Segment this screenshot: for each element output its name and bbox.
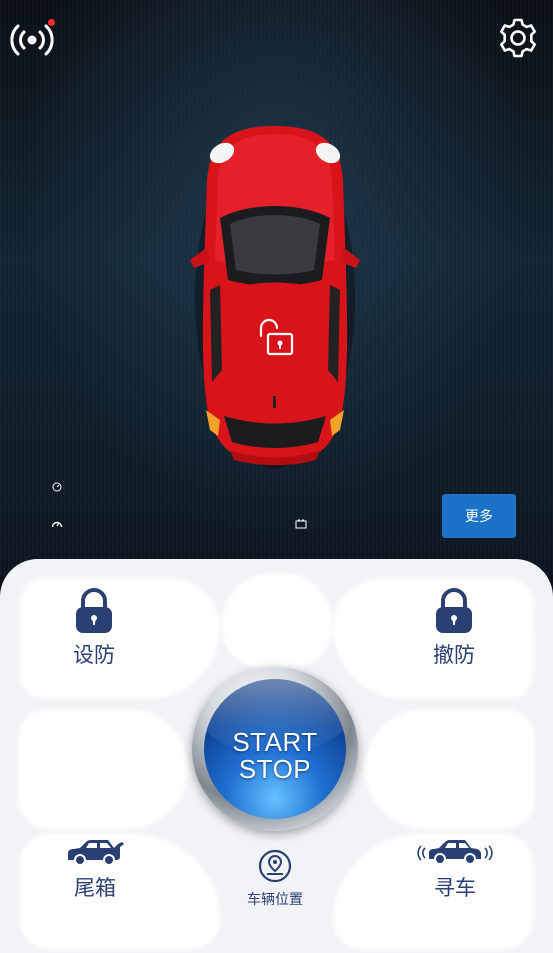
vehicle-location-button[interactable]: 车辆位置 bbox=[240, 849, 310, 909]
gear-icon[interactable] bbox=[495, 15, 541, 61]
tile-mid-left bbox=[18, 709, 188, 829]
trunk-button[interactable]: 尾箱 bbox=[60, 838, 130, 902]
locked-padlock-icon bbox=[76, 588, 112, 633]
tile-mid-right bbox=[365, 709, 535, 829]
find-car-button[interactable]: 寻车 bbox=[412, 838, 498, 902]
arm-label: 设防 bbox=[73, 643, 115, 667]
more-button[interactable]: 更多 bbox=[442, 494, 516, 538]
stop-label: STOP bbox=[238, 754, 312, 784]
start-stop-button[interactable]: START STOP bbox=[192, 667, 358, 831]
arm-button[interactable]: 设防 bbox=[64, 587, 124, 669]
gauge-icon bbox=[51, 478, 63, 492]
alert-dot bbox=[48, 19, 55, 26]
start-stop-face: START STOP bbox=[204, 679, 346, 819]
speedometer-icon bbox=[51, 515, 63, 528]
car-trunk-icon bbox=[68, 840, 124, 866]
tile-top-center bbox=[222, 573, 332, 668]
car-beacon-icon bbox=[417, 840, 493, 865]
disarm-button[interactable]: 撤防 bbox=[424, 587, 484, 669]
battery-icon bbox=[295, 515, 307, 529]
start-label: START bbox=[232, 727, 318, 757]
start-stop-text: START STOP bbox=[204, 729, 346, 783]
unlocked-padlock-icon bbox=[255, 318, 297, 358]
unlocked-padlock-icon bbox=[436, 588, 472, 633]
find-car-label: 寻车 bbox=[434, 876, 476, 900]
disarm-label: 撤防 bbox=[433, 643, 475, 667]
trunk-label: 尾箱 bbox=[74, 876, 116, 900]
location-pin-icon bbox=[258, 849, 292, 883]
vehicle-location-label: 车辆位置 bbox=[247, 892, 303, 908]
car-top-view bbox=[180, 120, 370, 470]
